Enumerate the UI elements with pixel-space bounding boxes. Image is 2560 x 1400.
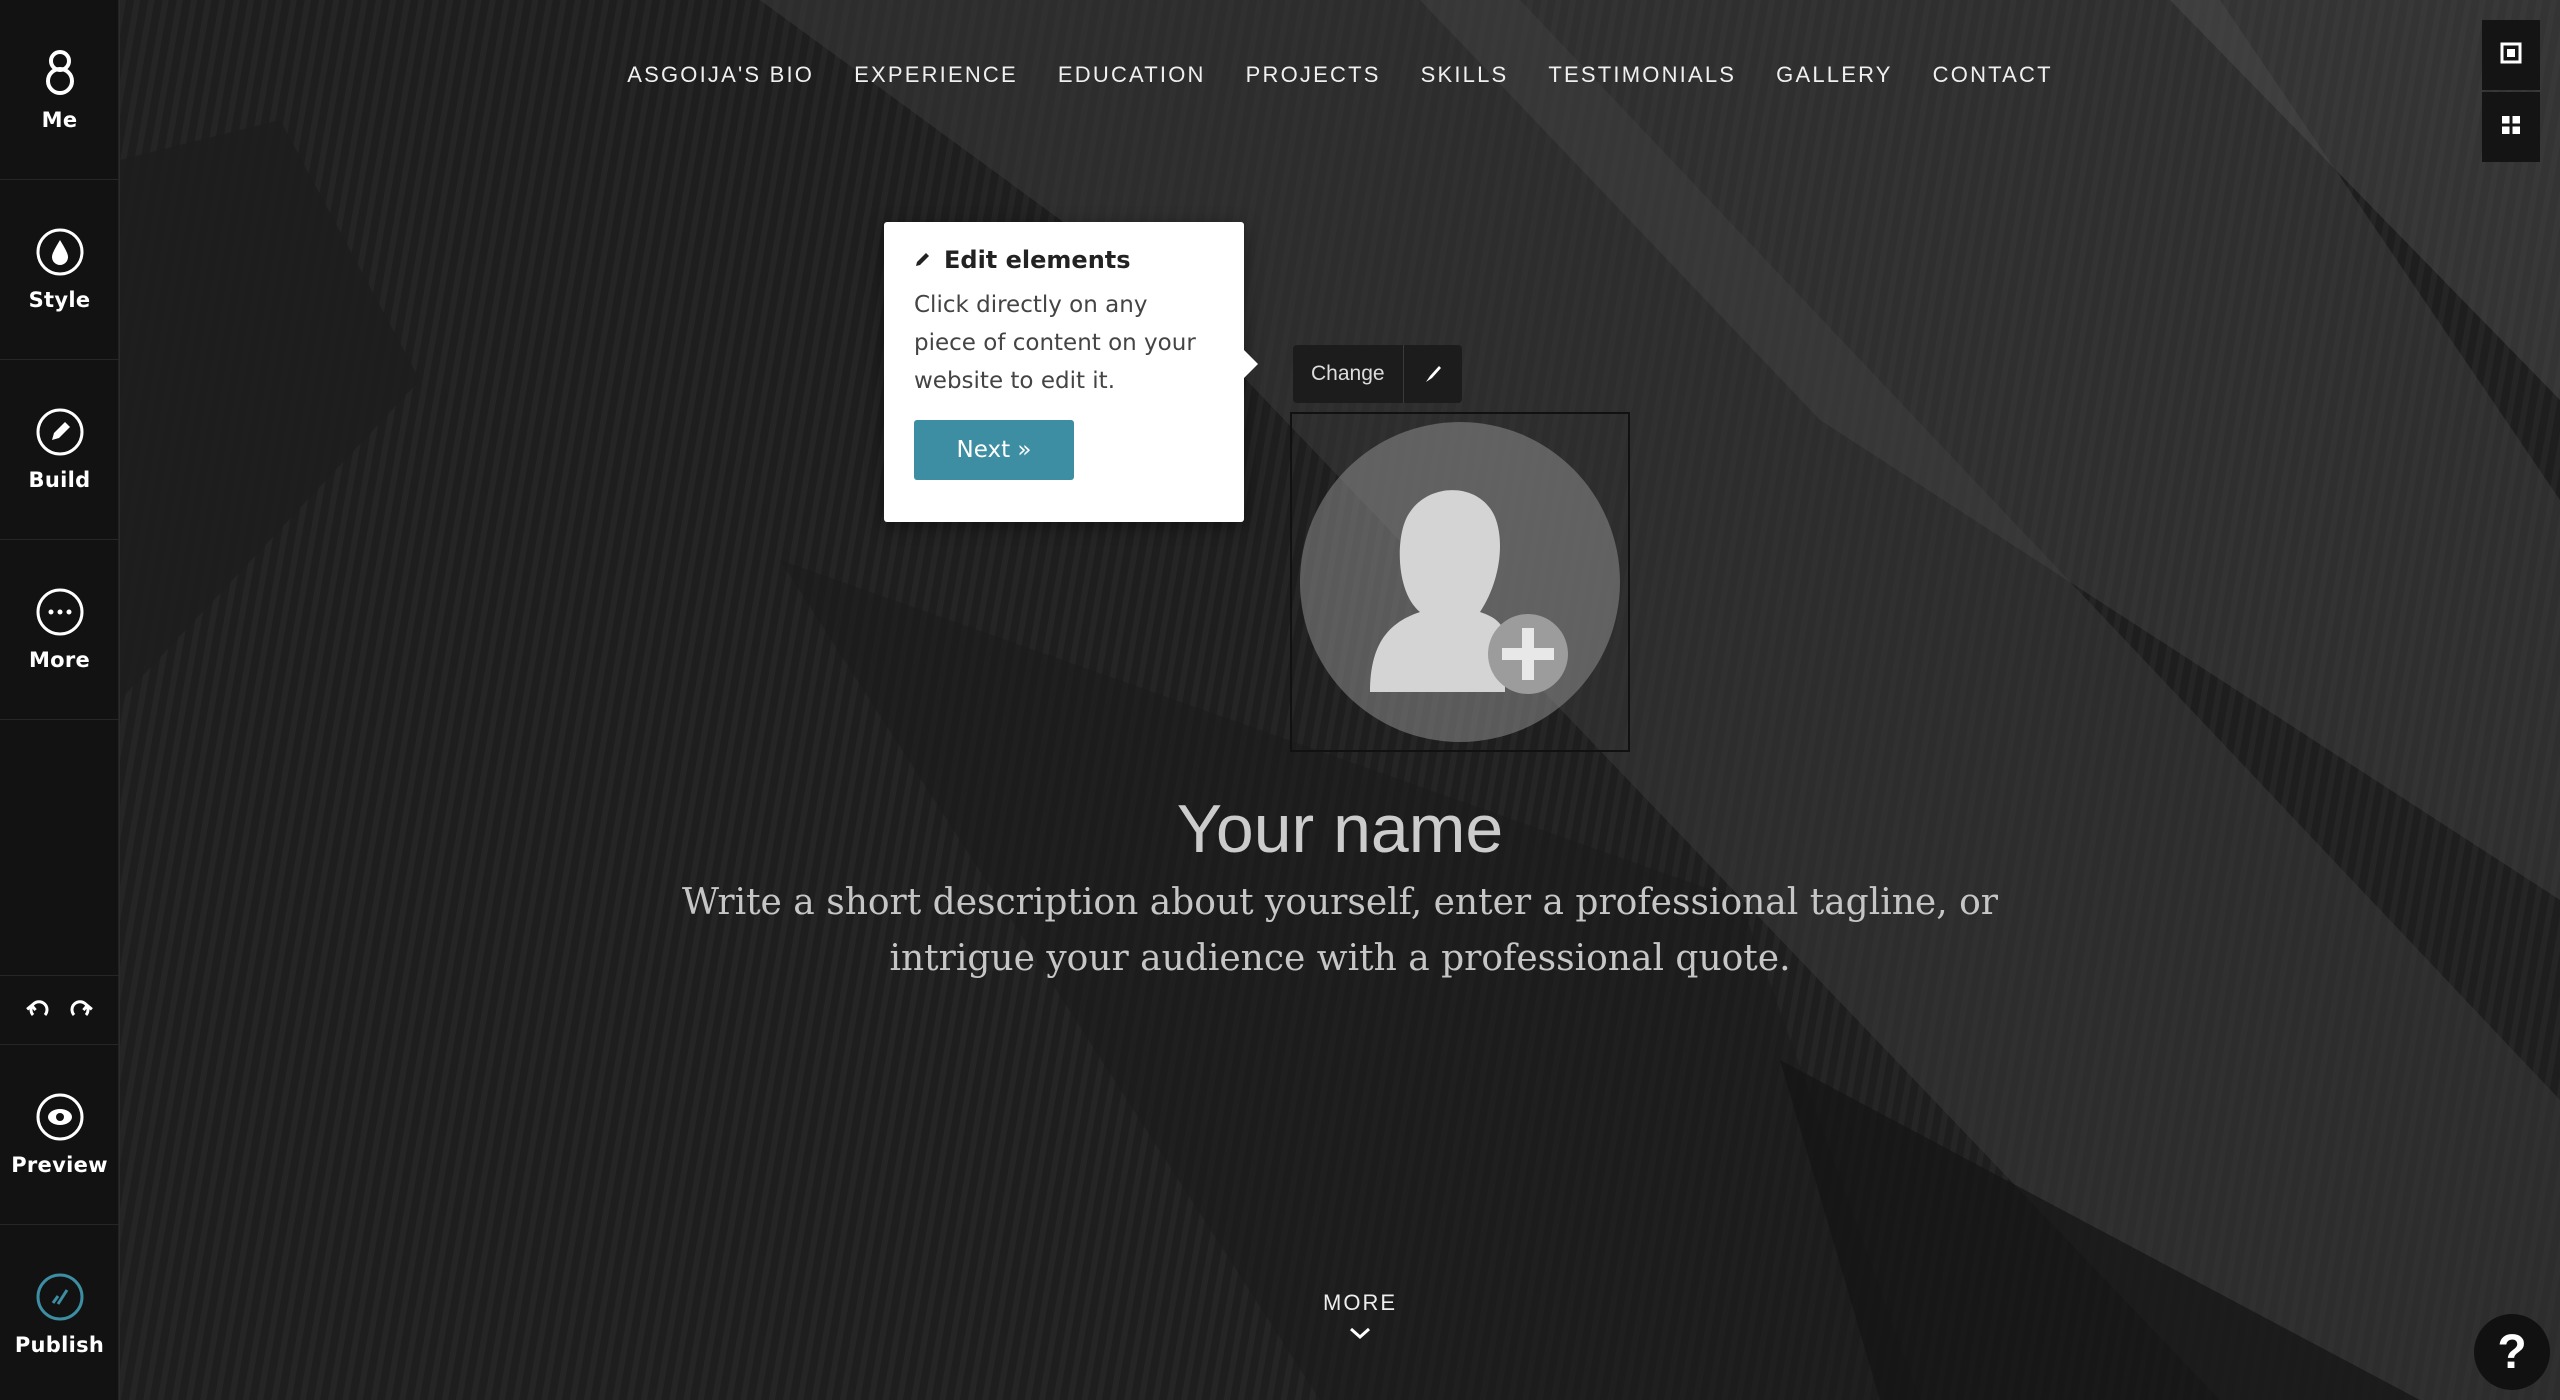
site-nav: ASGOIJA'S BIO EXPERIENCE EDUCATION PROJE… — [120, 62, 2560, 88]
nav-item-experience[interactable]: EXPERIENCE — [854, 62, 1018, 88]
nav-item-contact[interactable]: CONTACT — [1933, 62, 2053, 88]
layout-grid-button[interactable] — [2482, 92, 2540, 162]
page-icon — [2500, 42, 2522, 69]
sidebar-item-publish[interactable]: Publish — [0, 1225, 119, 1400]
sidebar-item-style[interactable]: Style — [0, 180, 119, 360]
editor-sidebar: Me Style Build More Preview Publish — [0, 0, 119, 1400]
tooltip-title: Edit elements — [944, 246, 1131, 274]
lock-icon — [36, 48, 84, 96]
sidebar-item-label: Me — [41, 107, 78, 132]
hero-section[interactable]: ASGOIJA'S BIO EXPERIENCE EDUCATION PROJE… — [120, 0, 2560, 1400]
sidebar-item-label: Build — [28, 467, 91, 492]
check-icon — [36, 1273, 84, 1321]
sidebar-item-preview[interactable]: Preview — [0, 1045, 119, 1225]
sidebar-item-me[interactable]: Me — [0, 0, 119, 180]
nav-item-education[interactable]: EDUCATION — [1058, 62, 1206, 88]
next-button[interactable]: Next » — [914, 420, 1074, 480]
avatar-toolbar: Change — [1293, 345, 1462, 403]
hero-name[interactable]: Your name — [120, 790, 2560, 868]
avatar — [1300, 422, 1620, 742]
sidebar-item-more[interactable]: More — [0, 540, 119, 720]
nav-item-gallery[interactable]: GALLERY — [1776, 62, 1893, 88]
avatar-image[interactable] — [1290, 412, 1630, 752]
more-link[interactable]: MORE — [1260, 1290, 1460, 1346]
sidebar-item-label: Style — [28, 287, 91, 312]
nav-item-bio[interactable]: ASGOIJA'S BIO — [627, 62, 814, 88]
sidebar-item-label: Preview — [11, 1152, 108, 1177]
pencil-icon — [914, 246, 932, 274]
chevron-down-icon — [1260, 1320, 1460, 1346]
brush-icon[interactable] — [1404, 345, 1462, 403]
undo-icon[interactable] — [25, 997, 51, 1023]
sidebar-item-label: Publish — [14, 1333, 105, 1357]
hero-description[interactable]: Write a short description about yourself… — [610, 875, 2070, 987]
eye-icon — [36, 1093, 84, 1141]
drop-icon — [36, 228, 84, 276]
onboarding-tooltip: Edit elements Click directly on any piec… — [884, 222, 1258, 522]
nav-item-projects[interactable]: PROJECTS — [1246, 62, 1381, 88]
change-button[interactable]: Change — [1293, 345, 1404, 403]
sidebar-item-label: More — [28, 647, 91, 672]
undo-redo-bar — [0, 975, 119, 1045]
pencil-icon — [36, 408, 84, 456]
sidebar-item-build[interactable]: Build — [0, 360, 119, 540]
nav-item-skills[interactable]: SKILLS — [1421, 62, 1509, 88]
help-button[interactable]: ? — [2474, 1314, 2550, 1390]
page-settings-button[interactable] — [2482, 20, 2540, 90]
more-label: MORE — [1323, 1290, 1397, 1315]
redo-icon[interactable] — [68, 997, 94, 1023]
grid-icon — [2500, 114, 2522, 141]
add-user-icon — [1370, 490, 1568, 694]
ellipsis-icon — [36, 588, 84, 636]
nav-item-testimonials[interactable]: TESTIMONIALS — [1548, 62, 1736, 88]
tooltip-body: Click directly on any piece of content o… — [914, 292, 1196, 394]
